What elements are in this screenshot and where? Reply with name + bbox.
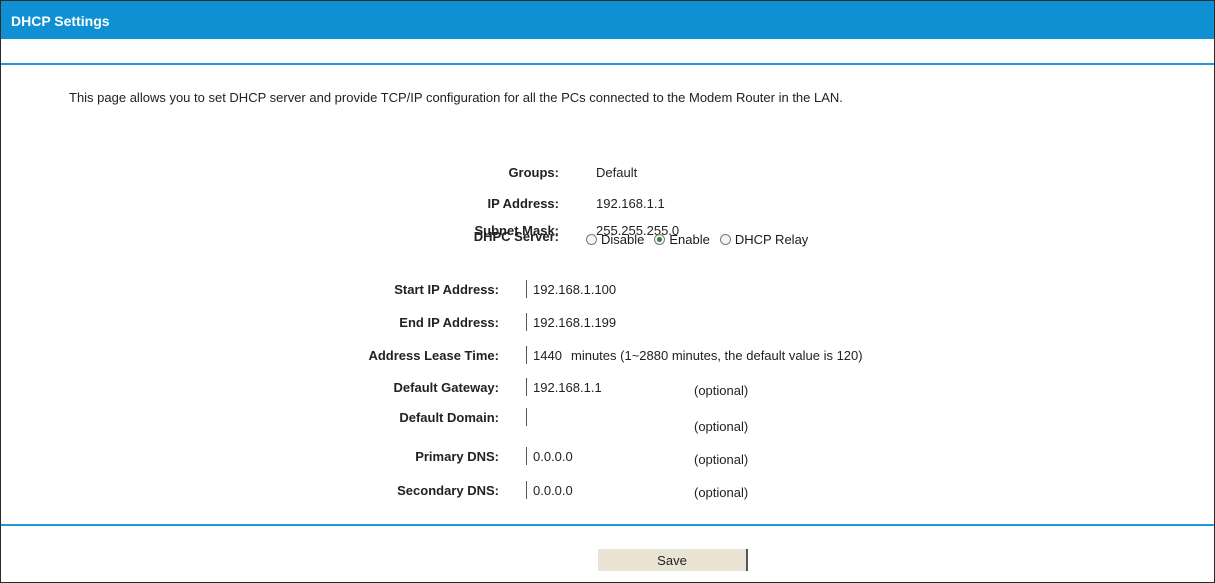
groups-label: Groups:	[508, 165, 559, 180]
default-domain-label: Default Domain:	[399, 410, 499, 425]
radio-dhcp-relay[interactable]	[719, 233, 731, 245]
default-gateway-optional: (optional)	[694, 383, 749, 398]
lease-time-input[interactable]	[526, 346, 568, 364]
default-gateway-input[interactable]	[526, 378, 676, 396]
top-divider	[1, 63, 1214, 65]
radio-option-dhcp-relay[interactable]: DHCP Relay	[719, 231, 809, 247]
secondary-dns-label: Secondary DNS:	[397, 483, 499, 498]
page-description: This page allows you to set DHCP server …	[69, 90, 843, 105]
bottom-divider	[1, 524, 1214, 526]
dhcp-server-label: DHPC Server:	[473, 229, 559, 244]
dhcp-server-radio-group: Disable Enable DHCP Relay	[586, 229, 814, 249]
primary-dns-label: Primary DNS:	[415, 449, 499, 464]
primary-dns-input[interactable]	[526, 447, 676, 465]
primary-dns-optional: (optional)	[694, 452, 749, 467]
default-gateway-label: Default Gateway:	[393, 380, 499, 395]
default-domain-input[interactable]	[526, 408, 676, 426]
radio-option-enable[interactable]: Enable	[654, 231, 710, 247]
page-header: DHCP Settings	[1, 1, 1214, 39]
groups-value: Default	[596, 165, 638, 180]
radio-disable[interactable]	[586, 233, 597, 245]
start-ip-label: Start IP Address:	[394, 282, 499, 297]
ip-address-label: IP Address:	[487, 196, 559, 211]
default-domain-optional: (optional)	[694, 419, 749, 434]
radio-dhcp-relay-label: DHCP Relay	[734, 231, 809, 247]
radio-enable-label: Enable	[669, 231, 710, 247]
ip-address-value: 192.168.1.1	[596, 196, 665, 211]
lease-time-label: Address Lease Time:	[368, 348, 499, 363]
secondary-dns-input[interactable]	[526, 481, 676, 499]
radio-option-disable[interactable]: Disable	[586, 232, 644, 247]
end-ip-label: End IP Address:	[399, 315, 499, 330]
radio-disable-label: Disable	[601, 231, 645, 247]
end-ip-input[interactable]	[526, 313, 676, 331]
secondary-dns-optional: (optional)	[694, 485, 749, 500]
page-title: DHCP Settings	[11, 13, 110, 29]
start-ip-input[interactable]	[526, 280, 676, 298]
save-button[interactable]: Save	[598, 549, 748, 571]
lease-time-hint: minutes (1~2880 minutes, the default val…	[571, 348, 863, 363]
radio-enable[interactable]	[654, 233, 666, 245]
